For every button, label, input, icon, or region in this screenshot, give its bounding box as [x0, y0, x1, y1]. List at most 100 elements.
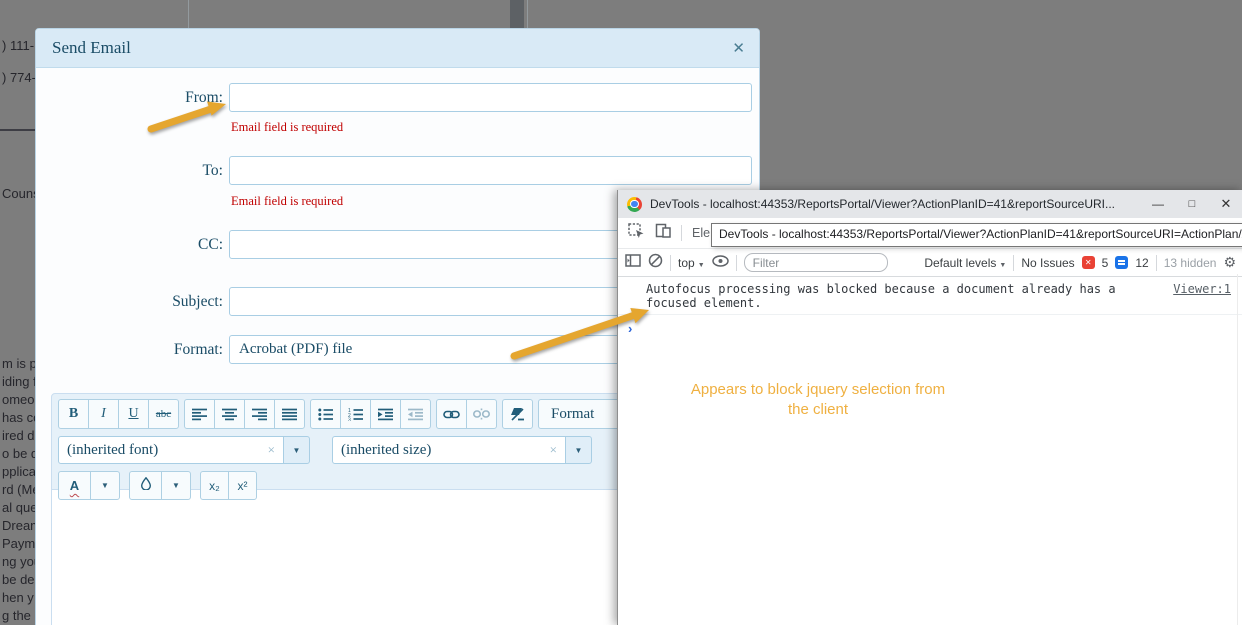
font-name-input[interactable]: (inherited font) × — [58, 436, 284, 464]
from-label: From: — [185, 89, 223, 106]
context-selector[interactable]: top ▼ — [678, 256, 705, 270]
svg-text:3: 3 — [348, 417, 351, 421]
eye-icon[interactable] — [711, 254, 729, 272]
minimize-icon[interactable]: — — [1141, 190, 1175, 218]
remove-format-icon[interactable] — [502, 399, 533, 429]
align-left-icon[interactable] — [184, 399, 215, 429]
subject-label: Subject: — [172, 293, 223, 310]
format-select-value: Acrobat (PDF) file — [239, 341, 353, 357]
console-scrollbar-track — [1237, 274, 1238, 625]
annotation-line2: the client — [787, 401, 849, 418]
divider — [1155, 254, 1157, 271]
bg-text-fragment: Dream. — [2, 518, 36, 533]
device-toolbar-icon[interactable] — [655, 223, 671, 243]
subscript-button[interactable]: x₂ — [200, 471, 229, 500]
numbered-list-icon[interactable]: 123 — [340, 399, 371, 429]
font-color-split-button: A ▼ — [58, 471, 120, 500]
bg-text-fragment: rd (Me — [2, 482, 36, 497]
maximize-icon[interactable]: □ — [1175, 190, 1209, 218]
bg-text-fragment: hen y — [2, 590, 34, 605]
from-validation-error: Email field is required — [231, 120, 344, 134]
font-name-combo: (inherited font) × ▼ — [58, 436, 310, 464]
bg-text-fragment: be der — [2, 572, 36, 587]
highlight-color-button[interactable] — [129, 471, 162, 500]
log-levels-dropdown[interactable]: Default levels ▼ — [924, 256, 1006, 270]
font-name-value: (inherited font) — [67, 441, 159, 458]
page-scrollbar-thumb[interactable] — [510, 0, 524, 28]
chevron-down-icon[interactable]: ▼ — [283, 436, 310, 464]
droplet-icon — [140, 476, 151, 495]
increase-indent-icon[interactable] — [370, 399, 401, 429]
devtools-title-tooltip: DevTools - localhost:44353/ReportsPortal… — [711, 223, 1242, 247]
bg-text-fragment: g the a — [2, 608, 36, 623]
from-input[interactable] — [229, 83, 752, 112]
devtools-window-title: DevTools - localhost:44353/ReportsPortal… — [650, 197, 1116, 211]
align-justify-icon[interactable] — [274, 399, 305, 429]
font-size-combo: (inherited size) × ▼ — [332, 436, 592, 464]
chevron-down-icon[interactable]: ▼ — [90, 471, 120, 500]
remove-link-icon[interactable] — [466, 399, 497, 429]
console-source-link[interactable]: Viewer:1 — [1173, 282, 1231, 296]
bg-text-fragment: ) 111- — [2, 38, 35, 53]
error-count: 5 — [1101, 255, 1109, 270]
align-center-icon[interactable] — [214, 399, 245, 429]
devtools-window: DevTools - localhost:44353/ReportsPortal… — [617, 190, 1242, 625]
tab-elements[interactable]: Ele — [692, 226, 710, 240]
bg-text-fragment: pplica — [2, 464, 36, 479]
close-icon[interactable]: ✕ — [732, 39, 745, 57]
console-prompt-icon[interactable]: › — [618, 315, 1242, 336]
divider — [735, 254, 737, 271]
clear-console-icon[interactable] — [648, 253, 663, 273]
clear-icon[interactable]: × — [542, 442, 557, 458]
decrease-indent-icon[interactable] — [400, 399, 431, 429]
close-icon[interactable]: ✕ — [1209, 190, 1242, 218]
console-message-row: Autofocus processing was blocked because… — [618, 277, 1242, 315]
bg-text-fragment: o be d — [2, 446, 36, 461]
paragraph-format-value: Format — [551, 405, 595, 422]
clear-icon[interactable]: × — [260, 442, 275, 458]
cc-label: CC: — [198, 236, 223, 253]
dialog-title: Send Email — [52, 38, 131, 57]
bulleted-list-icon[interactable] — [310, 399, 341, 429]
bg-text-fragment: m is pr — [2, 356, 36, 371]
font-size-value: (inherited size) — [341, 441, 432, 458]
to-label: To: — [202, 162, 223, 179]
screen-root: ) 111- ) 774- Counse m is pr iding f ome… — [0, 0, 1242, 625]
bg-text-fragment: omeo — [2, 392, 35, 407]
dialog-titlebar[interactable]: Send Email ✕ — [36, 29, 759, 68]
underline-button[interactable]: U — [118, 399, 149, 429]
chevron-down-icon: ▼ — [697, 261, 705, 269]
hidden-messages-label: 13 hidden — [1163, 255, 1217, 270]
bg-text-fragment: ng you — [2, 554, 36, 569]
chevron-down-icon[interactable]: ▼ — [565, 436, 592, 464]
italic-button[interactable]: I — [88, 399, 119, 429]
background-divider — [527, 0, 528, 28]
divider — [681, 225, 682, 241]
background-divider — [188, 0, 189, 28]
bg-text-fragment: al ques — [2, 500, 36, 515]
bg-text-fragment: iding f — [2, 374, 36, 389]
insert-link-icon[interactable] — [436, 399, 467, 429]
divider — [670, 254, 671, 271]
bg-text-fragment: ired do — [2, 428, 36, 443]
message-count: 12 — [1135, 255, 1149, 270]
bold-button[interactable]: B — [58, 399, 89, 429]
issues-label[interactable]: No Issues — [1021, 256, 1074, 270]
superscript-button[interactable]: x² — [228, 471, 257, 500]
inspect-element-icon[interactable] — [628, 222, 645, 244]
bg-text-fragment: has cor — [2, 410, 36, 425]
strikethrough-button[interactable]: abc — [148, 399, 179, 429]
font-color-button[interactable]: A — [58, 471, 91, 500]
annotation-line1: Appears to block jquery selection from — [690, 381, 946, 398]
to-input[interactable] — [229, 156, 752, 185]
align-right-icon[interactable] — [244, 399, 275, 429]
devtools-titlebar[interactable]: DevTools - localhost:44353/ReportsPortal… — [618, 190, 1242, 218]
console-filter-input[interactable] — [743, 253, 888, 272]
font-size-input[interactable]: (inherited size) × — [332, 436, 566, 464]
gear-icon[interactable]: ⚙ — [1223, 254, 1236, 271]
bg-horizontal-rule — [0, 129, 35, 131]
error-badge-icon: ✕ — [1081, 256, 1095, 269]
console-sidebar-icon[interactable] — [625, 253, 641, 272]
divider — [1013, 254, 1015, 271]
chevron-down-icon[interactable]: ▼ — [161, 471, 191, 500]
